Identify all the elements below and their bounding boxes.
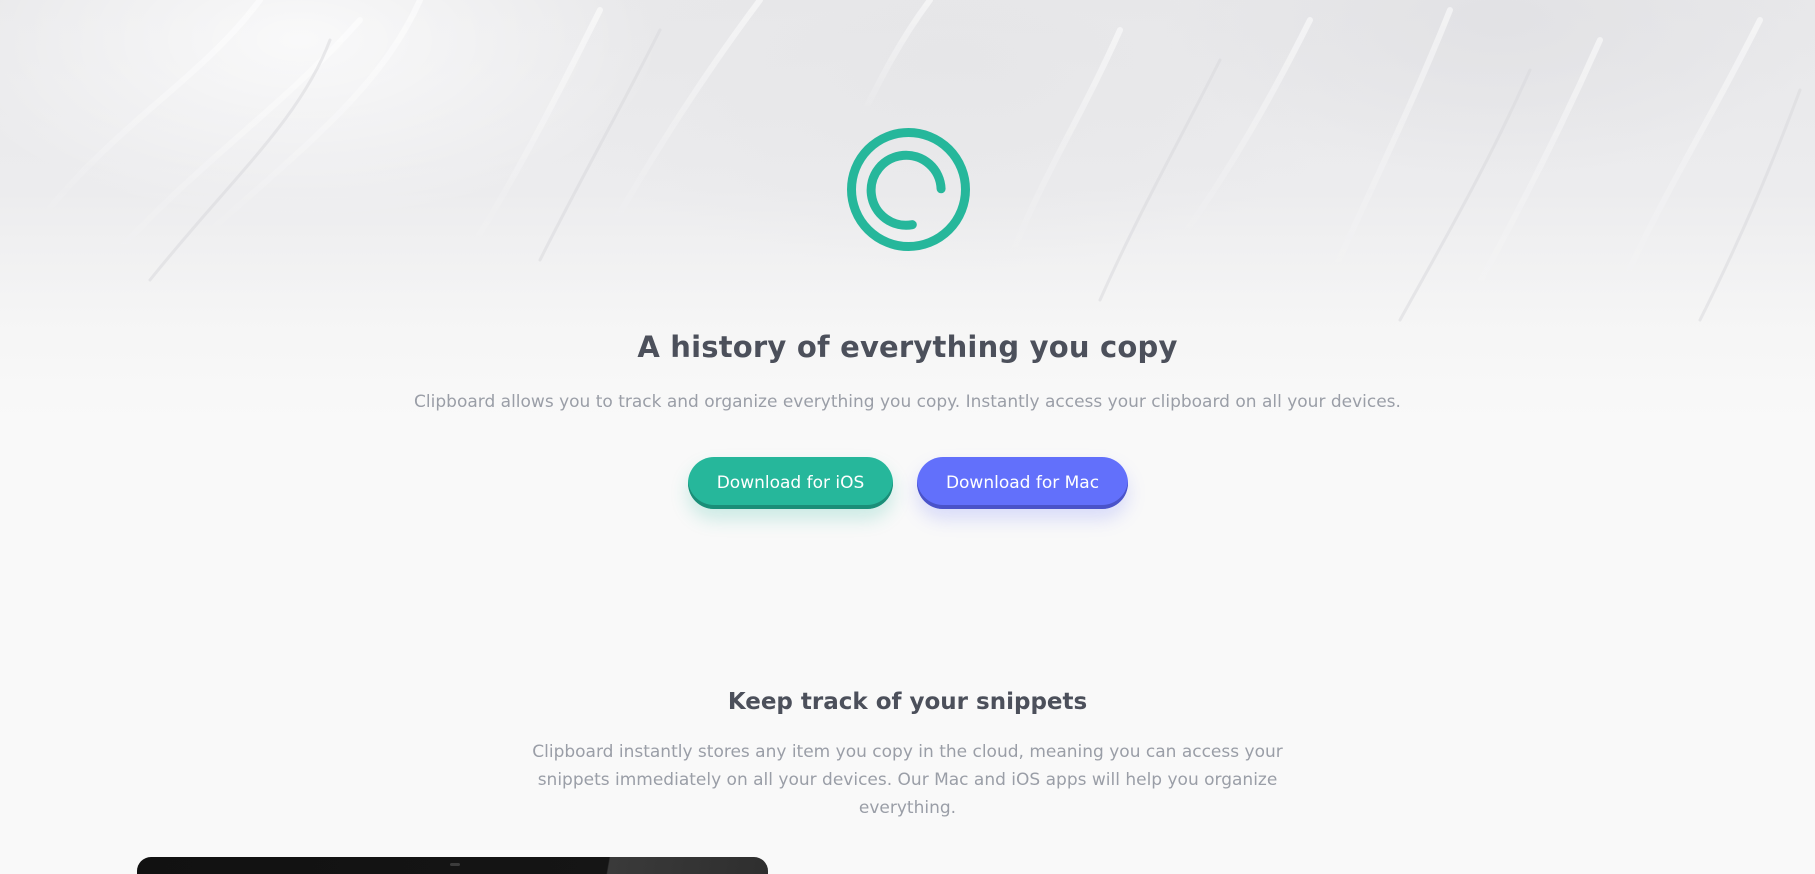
landing-page: A history of everything you copy Clipboa… <box>0 0 1815 874</box>
download-mac-button[interactable]: Download for Mac <box>917 457 1128 509</box>
device-camera <box>450 863 460 866</box>
device-mockup-image <box>137 857 768 874</box>
hero-subtitle: Clipboard allows you to track and organi… <box>414 392 1401 412</box>
snippets-section-text: Clipboard instantly stores any item you … <box>532 742 1283 818</box>
download-ios-button[interactable]: Download for iOS <box>688 457 893 509</box>
snippets-section-title: Keep track of your snippets <box>727 689 1088 715</box>
hero-title: A history of everything you copy <box>637 330 1178 364</box>
copyright-c-icon <box>847 128 970 251</box>
